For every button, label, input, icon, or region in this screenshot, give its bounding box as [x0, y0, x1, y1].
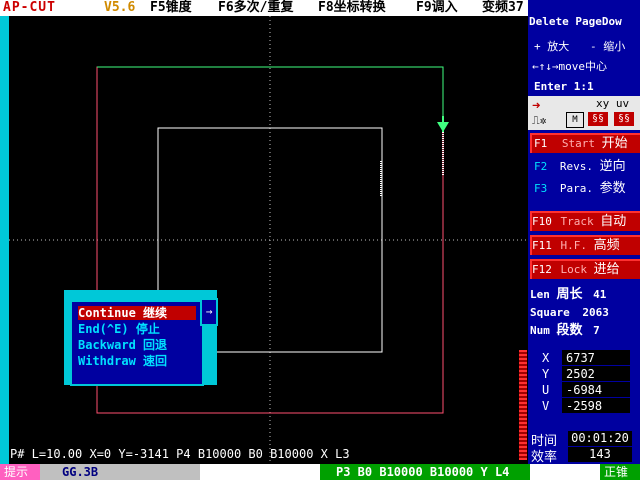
time-efficiency-block: 时间 00:01:20 效率 143 [528, 428, 640, 465]
coord-v-row: V -2598 [532, 398, 632, 414]
f10-track-button[interactable]: F10 Track 自动 [530, 211, 640, 231]
f12-lock-button[interactable]: F12 Lock 进给 [530, 259, 640, 279]
uv-axis-icon[interactable]: §§ [614, 112, 634, 126]
current-program-line: P3 B0 B10000 B10000 Y L4 [320, 464, 530, 480]
time-value: 00:01:20 [568, 431, 632, 446]
coord-u-value: -6984 [562, 382, 630, 397]
arrow-right-icon[interactable]: ➜ [532, 98, 540, 114]
menu-frequency[interactable]: 变频37 [482, 0, 524, 16]
coordinate-readout: X 6737 Y 2502 U -6984 V -2598 [532, 350, 632, 416]
menu-f8-coord-transform[interactable]: F8坐标转换 [318, 0, 386, 16]
menu-backward[interactable]: Backward 回退 [78, 338, 196, 352]
efficiency-value: 143 [568, 447, 632, 462]
tool-icons-row: ➜ xy uv ⎍✲ M §§ §§ [528, 96, 640, 130]
progress-indicator [519, 350, 527, 460]
perimeter-readout: Len 周长 41 [530, 287, 607, 302]
scale-hint[interactable]: Enter 1:1 [534, 80, 594, 94]
pulse-icon[interactable]: ⎍✲ [532, 114, 546, 128]
taper-mode: 正锥 [600, 464, 640, 480]
zoom-out-hint[interactable]: - 缩小 [590, 40, 625, 54]
app-title: AP-CUT [3, 0, 56, 15]
coord-x-value: 6737 [562, 350, 630, 365]
f2-reverse-button[interactable]: F2 Revs. 逆向 [534, 160, 626, 174]
coord-v-value: -2598 [562, 398, 630, 413]
hint-label: 提示 [0, 464, 40, 480]
coord-y-value: 2502 [562, 366, 630, 381]
segment-count-readout: Num 段数 7 [530, 323, 600, 338]
file-name: GG.3B [40, 464, 200, 480]
move-center-hint[interactable]: ←↑↓→move中心 [532, 60, 607, 74]
menu-end[interactable]: End(^E) 停止 [78, 322, 196, 336]
menu-f5-taper[interactable]: F5锥度 [150, 0, 192, 16]
delete-pagedown-hint: Delete PageDow [529, 15, 622, 28]
menu-f9-load[interactable]: F9调入 [416, 0, 458, 16]
f1-start-button[interactable]: F1 Start 开始 [530, 133, 640, 153]
coord-x-row: X 6737 [532, 350, 632, 366]
coord-y-row: Y 2502 [532, 366, 632, 382]
f11-hf-button[interactable]: F11 H.F. 高频 [530, 235, 640, 255]
xy-uv-label: xy uv [596, 97, 630, 110]
coord-u-row: U -6984 [532, 382, 632, 398]
menu-continue[interactable]: Continue 继续 [78, 306, 196, 320]
submenu-arrow-icon[interactable]: → [200, 298, 218, 326]
efficiency-label: 效率 [531, 450, 558, 465]
pause-menu-dialog: Continue 继续 End(^E) 停止 Backward 回退 Withd… [70, 300, 204, 386]
zoom-in-hint[interactable]: + 放大 [534, 40, 569, 54]
menu-withdraw[interactable]: Withdraw 速回 [78, 354, 196, 368]
menu-bar: AP-CUT V5.6 F5锥度 F6多次/重复 F8坐标转换 F9调入 变频3… [0, 0, 528, 16]
app-version: V5.6 [104, 0, 136, 15]
menu-f6-repeat[interactable]: F6多次/重复 [218, 0, 293, 16]
area-readout: Square 2063 [530, 306, 609, 319]
cutting-canvas[interactable] [9, 16, 528, 464]
left-strip [0, 16, 9, 464]
status-line: P# L=10.00 X=0 Y=-3141 P4 B10000 B0 B100… [10, 447, 350, 461]
f3-params-button[interactable]: F3 Para. 参数 [534, 182, 626, 196]
motor-icon[interactable]: M [566, 112, 584, 128]
xy-axis-icon[interactable]: §§ [588, 112, 608, 126]
